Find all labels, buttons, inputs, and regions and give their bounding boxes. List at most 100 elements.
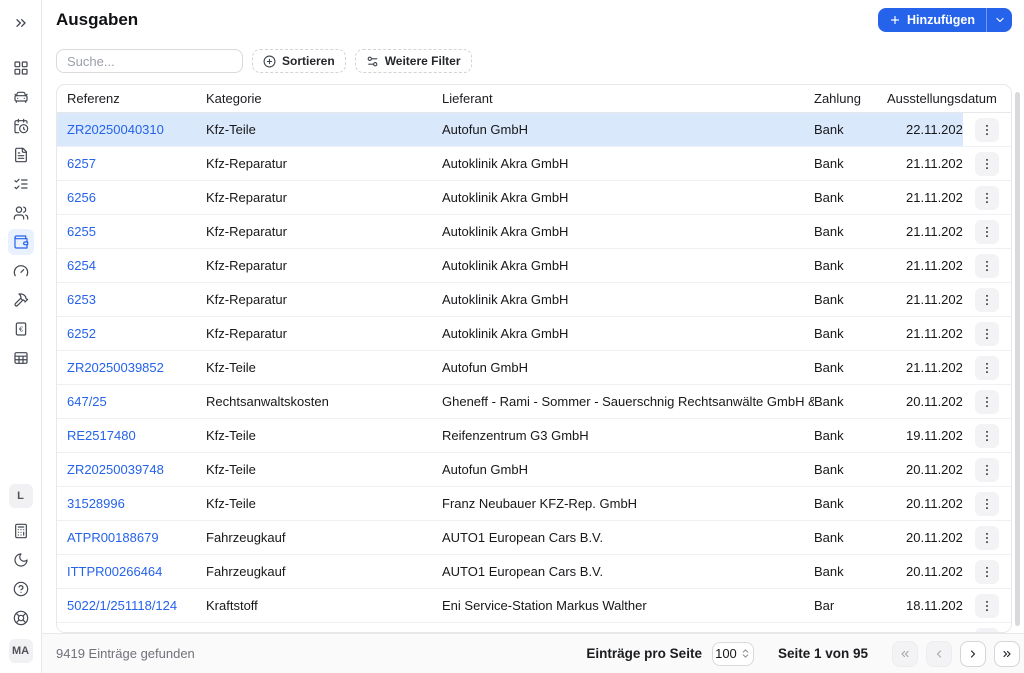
sidebar-expand-button[interactable] (8, 10, 34, 36)
table-row[interactable]: 647/25 Rechtsanwaltskosten Gheneff - Ram… (57, 385, 1011, 419)
sidebar-item-documents[interactable] (8, 142, 34, 168)
row-menu-button[interactable] (975, 117, 999, 142)
sort-button[interactable]: Sortieren (252, 49, 346, 73)
kebab-menu-icon (986, 498, 988, 509)
sidebar-item-auctions[interactable] (8, 287, 34, 313)
help-circle-icon (13, 581, 28, 597)
table-row[interactable]: ZR20250039748 Kfz-Teile Autofun GmbH Ban… (57, 453, 1011, 487)
page-status: Seite 1 von 95 (777, 646, 868, 661)
sidebar-item-calendar[interactable] (8, 113, 34, 139)
sidebar-item-tables[interactable] (8, 345, 34, 371)
kebab-menu-icon (986, 192, 988, 203)
kebab-menu-icon (986, 600, 988, 611)
table-row[interactable]: 6257 Kfz-Reparatur Autoklinik Akra GmbH … (57, 147, 1011, 181)
workspace-badge[interactable]: L (8, 484, 33, 508)
row-menu-button[interactable] (975, 321, 999, 346)
last-page-button[interactable] (994, 640, 1020, 667)
reference-link[interactable]: 6253 (67, 292, 96, 307)
receipt-euro-icon: € (15, 322, 26, 336)
sidebar-item-invoices[interactable]: € (8, 316, 34, 342)
table-row[interactable]: 31528996 Kfz-Teile Franz Neubauer KFZ-Re… (57, 487, 1011, 521)
row-menu-button[interactable] (975, 389, 999, 414)
reference-link[interactable]: RE2517480 (67, 428, 136, 443)
table-row[interactable]: 6253 Kfz-Reparatur Autoklinik Akra GmbH … (57, 283, 1011, 317)
add-button-main[interactable]: Hinzufügen (878, 8, 986, 32)
filter-button[interactable]: Weitere Filter (354, 49, 472, 73)
sidebar-item-performance[interactable] (8, 258, 34, 284)
row-menu-button[interactable] (975, 253, 999, 278)
add-button[interactable]: Hinzufügen (877, 8, 1012, 32)
row-menu-button[interactable] (975, 185, 999, 210)
first-page-button[interactable] (892, 640, 918, 667)
row-menu-button[interactable] (975, 219, 999, 244)
sidebar-item-contacts[interactable] (8, 200, 34, 226)
supplier-cell: AUTO1 European Cars B.V. (442, 564, 604, 579)
reference-link[interactable]: 6252 (67, 326, 96, 341)
scrollbar-thumb[interactable] (1015, 92, 1020, 626)
help-button[interactable] (8, 576, 34, 602)
reference-link[interactable]: ZR20250040310 (67, 122, 164, 137)
row-menu-button[interactable] (975, 355, 999, 380)
reference-link[interactable]: 6257 (67, 156, 96, 171)
per-page-select[interactable]: 100 (711, 641, 754, 666)
table-row[interactable]: 6252 Kfz-Reparatur Autoklinik Akra GmbH … (57, 317, 1011, 351)
table-row[interactable]: ITTPR00266464 Fahrzeugkauf AUTO1 Europea… (57, 555, 1011, 589)
table-row[interactable] (57, 623, 1011, 632)
chevrons-right-icon (1003, 650, 1011, 657)
sidebar-item-tasks[interactable] (8, 171, 34, 197)
table-row[interactable]: ATPR00188679 Fahrzeugkauf AUTO1 European… (57, 521, 1011, 555)
row-menu-button[interactable] (975, 491, 999, 516)
row-menu-button[interactable] (975, 593, 999, 618)
sidebar-item-dashboard[interactable] (8, 55, 34, 81)
table-row[interactable]: 5022/1/251118/124 Kraftstoff Eni Service… (57, 589, 1011, 623)
reference-link[interactable]: 31528996 (67, 496, 125, 511)
table-row[interactable]: ZR20250040310 Kfz-Teile Autofun GmbH Ban… (57, 113, 1011, 147)
column-header-lieferant[interactable]: Lieferant (442, 91, 814, 106)
chevrons-left-icon (901, 650, 909, 657)
column-header-referenz[interactable]: Referenz (67, 91, 206, 106)
user-avatar[interactable]: MA (8, 639, 33, 663)
sidebar-item-vehicles[interactable] (8, 84, 34, 110)
table-row[interactable]: ZR20250039852 Kfz-Teile Autofun GmbH Ban… (57, 351, 1011, 385)
reference-link[interactable]: ZR20250039748 (67, 462, 164, 477)
reference-link[interactable]: 6256 (67, 190, 96, 205)
add-button-dropdown[interactable] (987, 8, 1012, 32)
reference-link[interactable]: ATPR00188679 (67, 530, 159, 545)
previous-page-button[interactable] (926, 640, 952, 667)
table-row[interactable]: 6254 Kfz-Reparatur Autoklinik Akra GmbH … (57, 249, 1011, 283)
column-header-zahlung[interactable]: Zahlung (814, 91, 887, 106)
column-header-kategorie[interactable]: Kategorie (206, 91, 442, 106)
page-header: Ausgaben Hinzufügen (42, 0, 1024, 40)
category-cell: Kfz-Teile (206, 496, 256, 511)
expenses-table: Referenz Kategorie Lieferant Zahlung Aus… (56, 84, 1012, 633)
reference-link[interactable]: 6255 (67, 224, 96, 239)
reference-link[interactable]: 647/25 (67, 394, 107, 409)
next-page-button[interactable] (960, 640, 986, 667)
payment-cell: Bank (814, 530, 844, 545)
row-menu-button[interactable] (975, 525, 999, 550)
table-header-row: Referenz Kategorie Lieferant Zahlung Aus… (57, 85, 1011, 113)
reference-link[interactable]: 5022/1/251118/124 (67, 598, 177, 613)
calculator-button[interactable] (8, 518, 34, 544)
search-input[interactable] (56, 49, 243, 73)
row-menu-button[interactable] (975, 151, 999, 176)
date-cell: 21.11.2025 (906, 190, 963, 205)
row-menu-button[interactable] (975, 287, 999, 312)
sidebar-item-expenses[interactable] (7, 229, 34, 255)
reference-link[interactable]: 6254 (67, 258, 96, 273)
supplier-cell: Autoklinik Akra GmbH (442, 258, 569, 273)
add-button-label: Hinzufügen (906, 13, 975, 27)
row-menu-button[interactable] (975, 423, 999, 448)
dark-mode-button[interactable] (8, 547, 34, 573)
row-menu-button[interactable] (975, 457, 999, 482)
reference-link[interactable]: ITTPR00266464 (67, 564, 162, 579)
supplier-cell: AUTO1 European Cars B.V. (442, 530, 604, 545)
column-header-ausstellungsdatum[interactable]: Ausstellungsdatum (887, 91, 1011, 106)
table-row[interactable]: 6256 Kfz-Reparatur Autoklinik Akra GmbH … (57, 181, 1011, 215)
row-menu-button[interactable] (975, 559, 999, 584)
table-row[interactable]: 6255 Kfz-Reparatur Autoklinik Akra GmbH … (57, 215, 1011, 249)
actions-cell (963, 181, 1011, 214)
table-row[interactable]: RE2517480 Kfz-Teile Reifenzentrum G3 Gmb… (57, 419, 1011, 453)
reference-link[interactable]: ZR20250039852 (67, 360, 164, 375)
support-button[interactable] (8, 605, 34, 631)
